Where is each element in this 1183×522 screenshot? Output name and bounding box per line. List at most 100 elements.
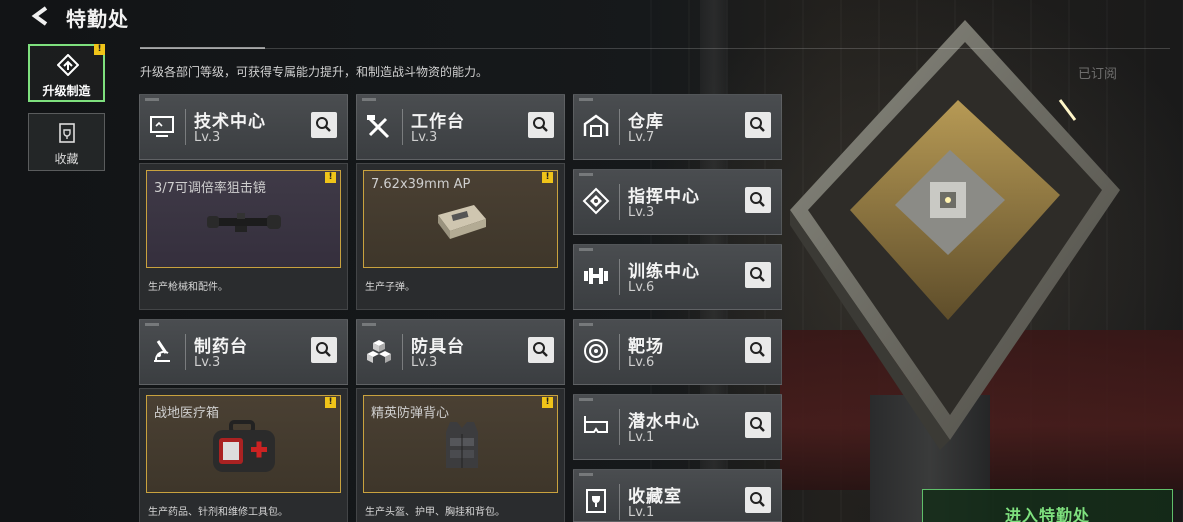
card-separator — [185, 109, 186, 145]
medkit-image — [213, 420, 275, 472]
department-name: 靶场 — [628, 337, 664, 357]
department-name: 工作台 — [411, 112, 465, 132]
production-item-name: 7.62x39mm AP — [371, 177, 471, 192]
department-level: Lv.3 — [628, 205, 655, 220]
search-button[interactable] — [745, 187, 771, 213]
department-level: Lv.6 — [628, 280, 655, 295]
page-description: 升级各部门等级，可获得专属能力提升，和制造战斗物资的能力。 — [140, 65, 489, 79]
tab-collection[interactable]: 收藏 — [28, 113, 105, 171]
department-pharmacy[interactable]: 制药台 Lv.3 — [139, 319, 348, 385]
production-panel-workbench: 7.62x39mm AP ! 生产子弹。 — [356, 163, 565, 310]
search-icon — [750, 342, 765, 357]
alert-badge: ! — [325, 172, 336, 183]
trophy-icon — [586, 489, 606, 513]
diving-mask-icon — [584, 416, 608, 433]
department-name: 仓库 — [628, 112, 664, 132]
department-workbench[interactable]: 工作台 Lv.3 — [356, 94, 565, 160]
search-icon — [316, 342, 331, 357]
search-icon — [316, 117, 331, 132]
search-button[interactable] — [528, 337, 554, 363]
department-name: 技术中心 — [194, 112, 266, 132]
special-ops-cube-artwork — [790, 20, 1120, 450]
upgrade-icon — [57, 54, 79, 76]
tab-label: 收藏 — [54, 152, 79, 166]
tab-label: 升级制造 — [42, 84, 91, 98]
page-title: 特勤处 — [66, 7, 129, 31]
production-item-slot[interactable]: 7.62x39mm AP ! — [363, 170, 558, 268]
card-separator — [619, 484, 620, 520]
department-diving-center[interactable]: 潜水中心 Lv.1 — [573, 394, 782, 460]
card-separator — [185, 334, 186, 370]
department-name: 收藏室 — [628, 487, 682, 507]
search-button[interactable] — [311, 112, 337, 138]
department-name: 防具台 — [411, 337, 465, 357]
card-corner-mark — [579, 173, 593, 176]
card-separator — [619, 334, 620, 370]
department-collection-room[interactable]: 收藏室 Lv.1 — [573, 469, 782, 522]
search-icon — [533, 342, 548, 357]
card-separator — [619, 184, 620, 220]
department-armor-bench[interactable]: 防具台 Lv.3 — [356, 319, 565, 385]
card-corner-mark — [362, 323, 376, 326]
search-button[interactable] — [745, 112, 771, 138]
search-icon — [750, 267, 765, 282]
monitor-icon — [150, 116, 174, 137]
card-corner-mark — [579, 323, 593, 326]
production-item-slot[interactable]: 3/7可调倍率狙击镜 ! — [146, 170, 341, 268]
department-tech-center[interactable]: 技术中心 Lv.3 — [139, 94, 348, 160]
tab-upgrade-craft[interactable]: 升级制造 ! — [28, 44, 105, 102]
scope-image — [207, 213, 281, 232]
production-description: 生产头盔、护甲、胸挂和背包。 — [365, 507, 505, 518]
search-button[interactable] — [745, 412, 771, 438]
card-corner-mark — [579, 398, 593, 401]
enter-special-ops-button[interactable]: 进入特勤处 — [922, 489, 1173, 522]
cubes-icon — [367, 340, 391, 363]
search-icon — [750, 117, 765, 132]
card-separator — [402, 334, 403, 370]
department-name: 潜水中心 — [628, 412, 700, 432]
department-level: Lv.3 — [411, 130, 438, 145]
header-divider-accent — [140, 47, 265, 49]
production-panel-armor-bench: 精英防弹背心 ! 生产头盔、护甲、胸挂和背包。 — [356, 388, 565, 522]
warehouse-icon — [583, 114, 609, 137]
card-corner-mark — [579, 98, 593, 101]
search-button[interactable] — [528, 112, 554, 138]
alert-badge: ! — [94, 44, 105, 55]
production-description: 生产药品、针剂和维修工具包。 — [148, 507, 288, 518]
tools-icon — [367, 115, 390, 139]
card-separator — [402, 109, 403, 145]
search-icon — [750, 192, 765, 207]
department-level: Lv.1 — [628, 430, 655, 445]
department-level: Lv.7 — [628, 130, 655, 145]
search-button[interactable] — [745, 487, 771, 513]
card-corner-mark — [362, 98, 376, 101]
department-level: Lv.1 — [628, 505, 655, 520]
production-item-slot[interactable]: 战地医疗箱 ! — [146, 395, 341, 493]
alert-badge: ! — [542, 172, 553, 183]
production-description: 生产子弹。 — [365, 282, 415, 293]
search-button[interactable] — [745, 337, 771, 363]
department-name: 指挥中心 — [628, 187, 700, 207]
production-description: 生产枪械和配件。 — [148, 282, 228, 293]
search-button[interactable] — [311, 337, 337, 363]
alert-badge: ! — [325, 397, 336, 408]
card-corner-mark — [579, 248, 593, 251]
search-button[interactable] — [745, 262, 771, 288]
vest-image — [446, 422, 478, 468]
department-name: 训练中心 — [628, 262, 700, 282]
card-corner-mark — [579, 473, 593, 476]
department-warehouse[interactable]: 仓库 Lv.7 — [573, 94, 782, 160]
enter-button-label: 进入特勤处 — [1004, 506, 1090, 522]
back-arrow-icon[interactable] — [30, 6, 52, 26]
production-panel-pharmacy: 战地医疗箱 ! 生产药品、针剂和维修工具包。 — [139, 388, 348, 522]
production-item-slot[interactable]: 精英防弹背心 ! — [363, 395, 558, 493]
department-level: Lv.3 — [194, 130, 221, 145]
department-training-center[interactable]: 训练中心 Lv.6 — [573, 244, 782, 310]
department-level: Lv.3 — [411, 355, 438, 370]
subscribed-toggle[interactable]: 已订阅 — [1078, 63, 1117, 82]
production-panel-tech-center: 3/7可调倍率狙击镜 ! 生产枪械和配件。 — [139, 163, 348, 310]
target-icon — [584, 339, 608, 363]
department-shooting-range[interactable]: 靶场 Lv.6 — [573, 319, 782, 385]
production-item-name: 战地医疗箱 — [154, 406, 220, 421]
department-command-center[interactable]: 指挥中心 Lv.3 — [573, 169, 782, 235]
